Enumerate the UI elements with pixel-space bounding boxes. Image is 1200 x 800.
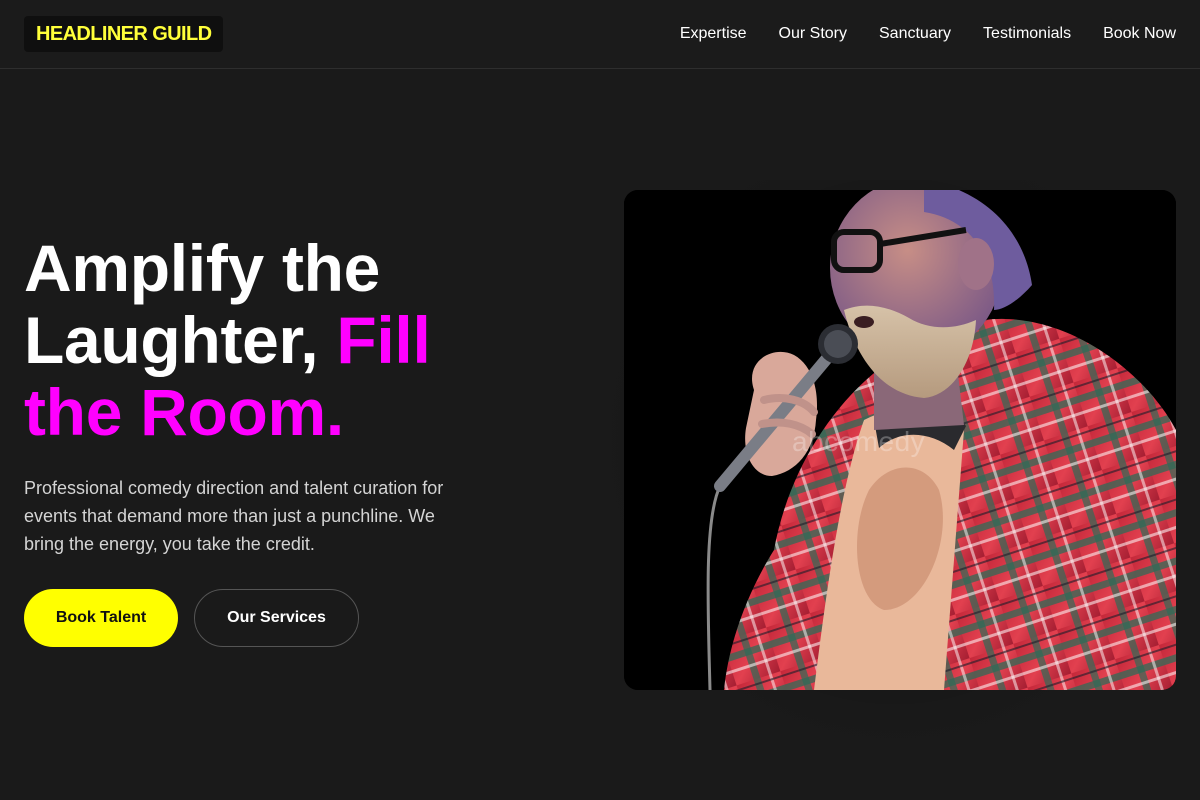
nav-link-testimonials[interactable]: Testimonials xyxy=(983,25,1071,43)
site-header: HEADLINER GUILD Expertise Our Story Sanc… xyxy=(0,0,1200,69)
hero-subtitle: Professional comedy direction and talent… xyxy=(24,478,444,554)
nav-link-book-now[interactable]: Book Now xyxy=(1103,25,1176,43)
book-talent-button[interactable]: Book Talent xyxy=(24,589,178,647)
photo-watermark: abcomedy xyxy=(792,426,926,457)
hero-title-line1: Amplify the xyxy=(24,231,381,305)
hero-title-line2: Laughter, xyxy=(24,303,337,377)
hero-title: Amplify the Laughter, Fill the Room. xyxy=(24,232,544,448)
nav-link-sanctuary[interactable]: Sanctuary xyxy=(879,25,951,43)
hero-title-accent-fill: Fill xyxy=(336,303,431,377)
nav-link-our-story[interactable]: Our Story xyxy=(779,25,847,43)
comedian-photo: abcomedy xyxy=(624,190,1176,690)
main-nav: Expertise Our Story Sanctuary Testimonia… xyxy=(680,0,1176,68)
hero-title-accent-room: the Room. xyxy=(24,375,344,449)
our-services-button[interactable]: Our Services xyxy=(194,589,359,647)
logo[interactable]: HEADLINER GUILD xyxy=(24,16,224,52)
nav-link-expertise[interactable]: Expertise xyxy=(680,25,747,43)
